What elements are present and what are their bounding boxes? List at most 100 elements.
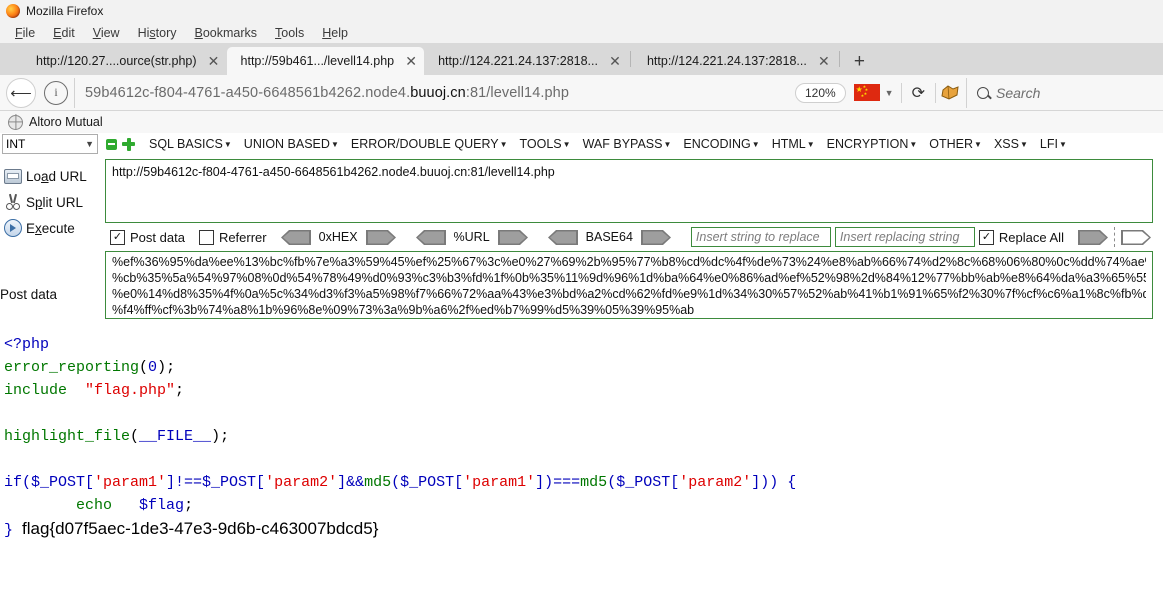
menu-item-help[interactable]: Help [313,26,357,40]
menu-item-file[interactable]: File [6,26,44,40]
hackbar-menu-encryption[interactable]: ENCRYPTION▼ [821,137,924,151]
hackbar-menu-sql-basics[interactable]: SQL BASICS▼ [143,137,238,151]
php-token: ]!==$_POST[ [166,474,266,491]
referrer-checkbox-label: Referrer [218,229,267,245]
reload-icon[interactable]: ⟳ [902,83,935,103]
menu-label: XSS [993,137,1019,151]
replace-all-checkbox[interactable]: ✓ [978,229,994,245]
encode-arrow-right-icon[interactable] [497,229,528,245]
firefox-logo-icon [6,4,20,18]
hackbar-menu-error-double-query[interactable]: ERROR/DOUBLE QUERY▼ [345,137,514,151]
referrer-checkbox[interactable] [198,229,214,245]
close-tab-icon[interactable]: ✕ [817,54,831,68]
decode-arrow-left-icon[interactable] [415,229,446,245]
toolbar-divider [935,82,936,103]
browser-tab[interactable]: http://124.221.24.137:2818... ✕ [424,47,628,75]
split-url-button[interactable]: Split URL [0,189,105,215]
menu-bar: File Edit View History Bookmarks Tools H… [0,22,1163,43]
hackbar-body: Load URL Split URL Execute Post data htt… [0,155,1163,319]
close-tab-icon[interactable]: ✕ [404,54,418,68]
close-tab-icon[interactable]: ✕ [608,54,622,68]
encoder-label-hex: 0xHEX [318,230,358,244]
php-token: <?php [4,336,50,353]
tab-separator [838,51,840,67]
php-token: ($_POST[ [391,474,464,491]
payload-type-select[interactable]: INT ▼ [2,134,98,154]
search-box[interactable]: Search [966,77,1157,108]
post-data-line: %f4%ff%cf%3b%74%a8%1b%96%8e%09%73%3a%9b%… [112,303,695,317]
chevron-down-icon: ▼ [806,140,815,149]
php-line-echo-flag: echo $flag; [4,494,1163,517]
encode-arrow-right-icon[interactable] [365,229,396,245]
chevron-down-icon: ▼ [499,140,508,149]
decode-arrow-left-icon[interactable] [547,229,578,245]
execute-button[interactable]: Execute [0,215,105,241]
php-line-blank [4,448,1163,471]
hackbar-extension-icon[interactable] [940,84,960,102]
post-data-line: %ef%36%95%da%ee%13%bc%fb%7e%a3%59%45%ef%… [112,255,1146,269]
minus-button-icon[interactable] [106,138,117,150]
php-line-include: include "flag.php"; [4,379,1163,402]
menu-label: UNION BASED [243,137,330,151]
php-token: ( [130,428,140,445]
decode-arrow-left-icon[interactable] [280,229,311,245]
menu-item-tools[interactable]: Tools [266,26,313,40]
chevron-down-icon: ▼ [85,139,94,149]
php-token: error_reporting [4,359,140,376]
post-data-line: %e0%14%d8%35%4f%0a%5c%34%d3%f3%a5%98%f7%… [112,287,1146,301]
browser-tab-active[interactable]: http://59b461.../levell14.php ✕ [226,47,425,75]
back-arrow-icon[interactable]: ⟵ [6,77,36,108]
hackbar-options-row: ✓ Post data Referrer 0xHEX %URL BASE64 I… [105,223,1161,251]
hackbar-actions: Load URL Split URL Execute Post data [0,159,105,319]
load-url-button[interactable]: Load URL [0,163,105,189]
hackbar-menu-xss[interactable]: XSS▼ [988,137,1034,151]
chevron-down-icon: ▼ [909,140,918,149]
url-bar[interactable]: 59b4612c-f804-4761-a450-6648561b4262.nod… [74,77,787,108]
hackbar-menu-other[interactable]: OTHER▼ [923,137,988,151]
url-textarea[interactable]: http://59b4612c-f804-4761-a450-6648561b4… [105,159,1153,223]
php-token: md5 [580,474,608,491]
encoder-group-hex: 0xHEX [280,229,396,245]
search-placeholder: Search [996,84,1041,101]
hackbar-menu-waf-bypass[interactable]: WAF BYPASS▼ [577,137,678,151]
post-data-checkbox[interactable]: ✓ [110,229,125,245]
chevron-down-icon[interactable]: ▼ [885,88,894,98]
bookmark-item-altoro-mutual[interactable]: Altoro Mutual [29,115,103,129]
hackbar-menu-encoding[interactable]: ENCODING▼ [677,137,765,151]
encode-arrow-right-icon[interactable] [640,229,671,245]
chevron-down-icon: ▼ [330,140,339,149]
menu-item-bookmarks[interactable]: Bookmarks [186,26,267,40]
replace-to-input[interactable]: Insert replacing string [834,227,975,247]
post-data-line: %cb%35%5a%54%97%08%0d%54%78%49%d0%93%c3%… [112,271,1146,285]
plus-button-icon[interactable] [122,137,135,151]
php-token: ); [211,428,230,445]
chevron-down-icon: ▼ [562,140,571,149]
encoder-label-url: %URL [453,230,490,244]
execute-icon [0,219,26,237]
new-tab-button[interactable]: + [842,52,877,71]
close-tab-icon[interactable]: ✕ [207,54,221,68]
info-icon[interactable]: i [44,80,68,105]
zoom-level-badge[interactable]: 120% [794,82,846,103]
hackbar-menu-lfi[interactable]: LFI▼ [1034,137,1073,151]
php-line-blank [4,402,1163,425]
post-data-textarea[interactable]: %ef%36%95%da%ee%13%bc%fb%7e%a3%59%45%ef%… [105,251,1153,319]
menu-label: OTHER [929,137,974,151]
replace-apply-arrow-icon[interactable] [1077,229,1108,245]
menu-item-history[interactable]: History [129,26,186,40]
php-line-error-reporting: error_reporting(0); [4,356,1163,379]
hackbar-menu-tools[interactable]: TOOLS▼ [514,137,577,151]
php-source-output: <?php error_reporting(0); include "flag.… [0,319,1163,542]
china-flag-icon[interactable]: ★ ★ ★ ★ ★ [853,84,880,101]
php-token: 'param2' [265,474,338,491]
menu-item-view[interactable]: View [84,26,129,40]
menu-item-edit[interactable]: Edit [44,26,84,40]
tab-label: http://124.221.24.137:2818... [646,54,807,68]
replace-from-input[interactable]: Insert string to replace [690,227,831,247]
menu-label: HTML [771,137,806,151]
hackbar-menu-union-based[interactable]: UNION BASED▼ [238,137,345,151]
browser-tab[interactable]: http://124.221.24.137:2818... ✕ [633,47,837,75]
browser-tab[interactable]: http://120.27....ource(str.php) ✕ [22,47,227,75]
hackbar-menu-html[interactable]: HTML▼ [766,137,821,151]
replace-apply-outline-arrow-icon[interactable] [1120,229,1151,245]
